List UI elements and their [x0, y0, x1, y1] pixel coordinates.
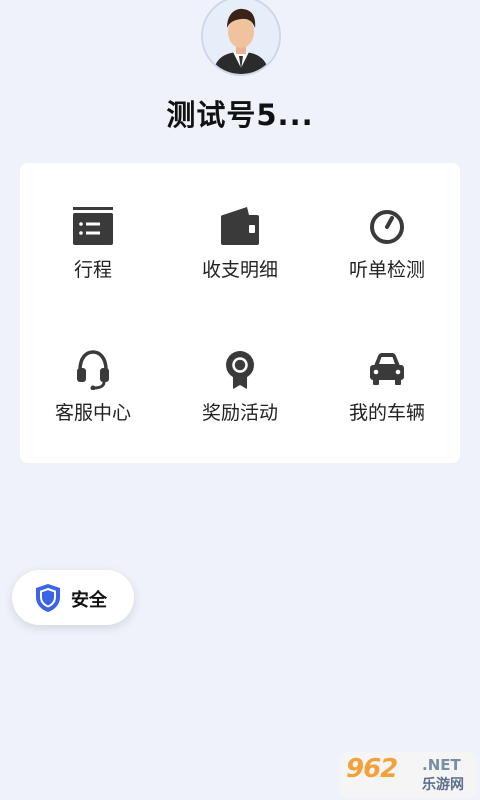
menu-item-rewards[interactable]: 奖励活动	[167, 306, 313, 426]
menu-item-label: 我的车辆	[348, 402, 425, 424]
award-badge-icon	[226, 351, 254, 389]
watermark-brand: 962	[346, 754, 398, 784]
menu-item-my-vehicle[interactable]: 我的车辆	[314, 306, 460, 426]
watermark-suffix: .NET	[422, 756, 461, 774]
menu-card: 行程 收支明细 听单检测 客服中心 奖励活动 我的车辆	[20, 163, 460, 463]
watermark-subtitle: 乐游网	[422, 777, 464, 793]
menu-item-label: 奖励活动	[201, 402, 278, 424]
menu-item-order-check[interactable]: 听单检测	[314, 163, 460, 283]
menu-item-trips[interactable]: 行程	[20, 163, 166, 283]
menu-item-label: 行程	[73, 259, 112, 281]
trip-list-icon	[73, 207, 113, 245]
menu-item-label: 客服中心	[54, 402, 131, 424]
headset-icon	[77, 350, 109, 390]
menu-item-label: 收支明细	[201, 259, 278, 281]
wallet-icon	[221, 207, 259, 245]
shield-icon	[36, 584, 60, 612]
car-icon	[370, 353, 404, 385]
gauge-icon	[370, 210, 404, 244]
username-title: 测试号5...	[166, 98, 314, 132]
safety-button[interactable]: 安全	[12, 570, 134, 625]
watermark-logo: 962 .NET 乐游网	[340, 752, 476, 798]
user-avatar-icon	[203, 0, 279, 74]
menu-item-label: 听单检测	[348, 259, 425, 281]
menu-item-income-details[interactable]: 收支明细	[167, 163, 313, 283]
safety-label: 安全	[71, 590, 107, 611]
menu-item-customer-service[interactable]: 客服中心	[20, 306, 166, 426]
avatar[interactable]	[201, 0, 281, 76]
